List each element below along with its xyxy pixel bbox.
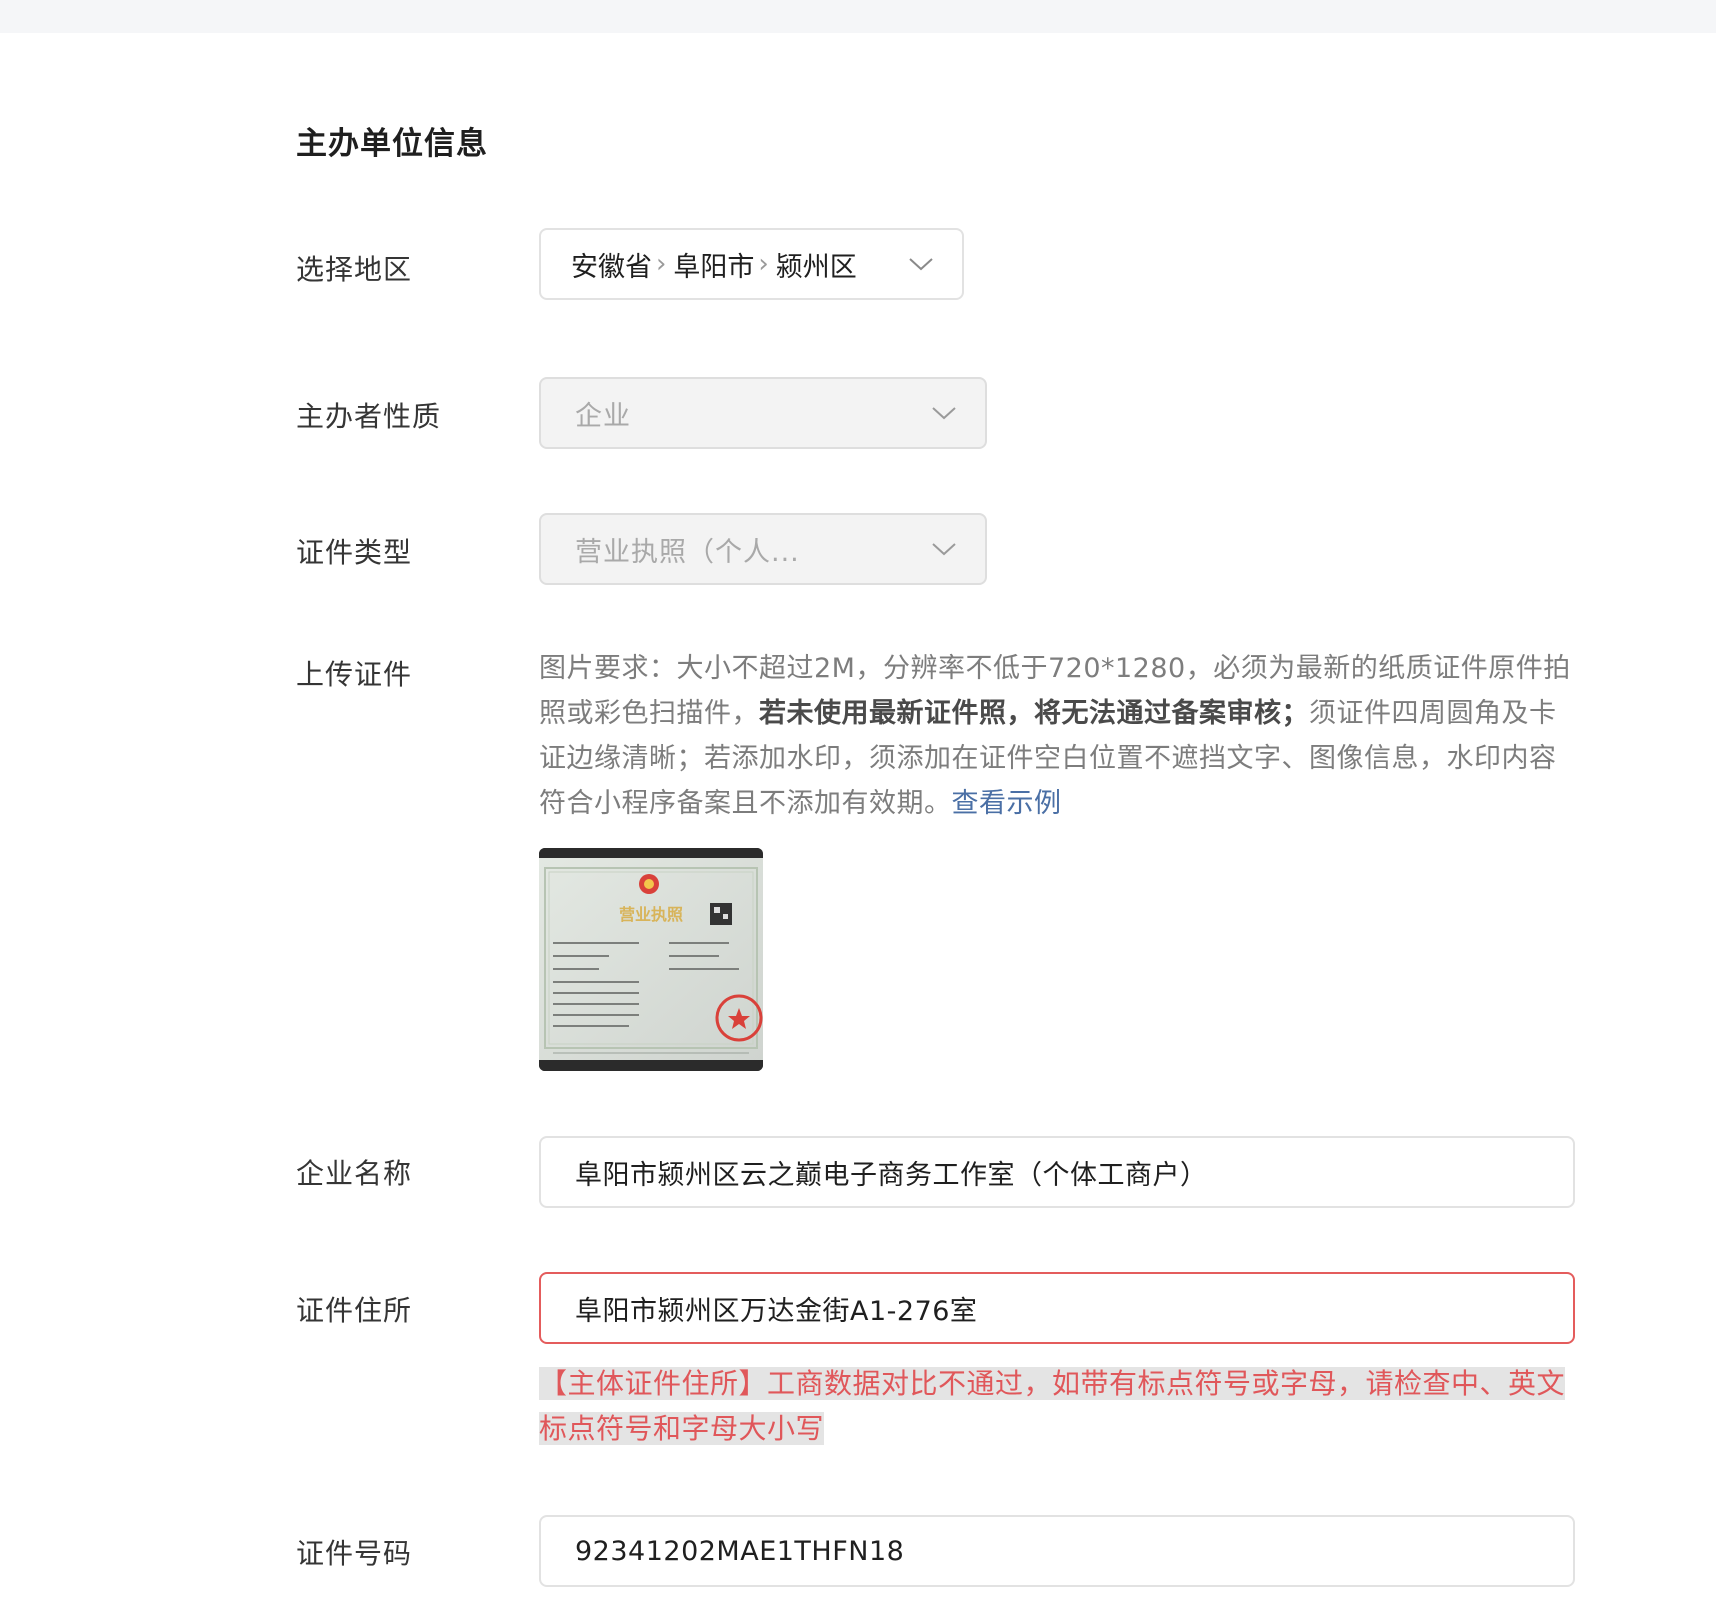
- certificate-type-value: 营业执照（个人...: [575, 536, 800, 568]
- chevron-right-icon: ›: [758, 249, 769, 279]
- upload-label: 上传证件: [296, 658, 413, 691]
- organizer-type-label: 主办者性质: [296, 400, 442, 433]
- company-name-value: 阜阳市颍州区云之巅电子商务工作室（个体工商户）: [575, 1159, 1208, 1191]
- organizer-type-select[interactable]: 企业: [539, 377, 987, 449]
- organizer-type-value: 企业: [575, 400, 631, 432]
- chevron-down-icon: [932, 543, 956, 556]
- region-district: 颍州区: [775, 251, 857, 283]
- region-select[interactable]: 安徽省 › 阜阳市 › 颍州区: [539, 228, 964, 300]
- chevron-right-icon: ›: [656, 249, 667, 279]
- company-name-label: 企业名称: [296, 1157, 413, 1190]
- error-text: 【主体证件住所】工商数据对比不通过，如带有标点符号或字母，请检查中、英文标点符号…: [539, 1367, 1566, 1445]
- license-thumbnail[interactable]: 营业执照: [539, 848, 763, 1071]
- region-city: 阜阳市: [673, 251, 755, 283]
- certificate-number-input[interactable]: 92341202MAE1THFN18: [539, 1515, 1575, 1587]
- certificate-address-input[interactable]: 阜阳市颍州区万达金街A1-276室: [539, 1272, 1575, 1344]
- view-example-link[interactable]: 查看示例: [952, 788, 1062, 819]
- section-title: 主办单位信息: [296, 126, 488, 162]
- certificate-address-error: 【主体证件住所】工商数据对比不通过，如带有标点符号或字母，请检查中、英文标点符号…: [539, 1361, 1584, 1451]
- license-image: 营业执照: [539, 848, 763, 1071]
- region-label: 选择地区: [296, 253, 413, 286]
- certificate-number-value: 92341202MAE1THFN18: [575, 1535, 905, 1567]
- certificate-type-label: 证件类型: [296, 536, 413, 569]
- license-title: 营业执照: [619, 905, 683, 924]
- certificate-address-value: 阜阳市颍州区万达金街A1-276室: [575, 1295, 978, 1327]
- upload-requirements: 图片要求：大小不超过2M，分辨率不低于720*1280，必须为最新的纸质证件原件…: [539, 646, 1579, 826]
- certificate-address-label: 证件住所: [296, 1294, 413, 1327]
- requirements-warning: 若未使用最新证件照，将无法通过备案审核；: [759, 698, 1309, 729]
- certificate-number-label: 证件号码: [296, 1537, 413, 1570]
- chevron-down-icon: [932, 407, 956, 420]
- company-name-input[interactable]: 阜阳市颍州区云之巅电子商务工作室（个体工商户）: [539, 1136, 1575, 1208]
- region-province: 安徽省: [571, 251, 652, 283]
- certificate-type-select[interactable]: 营业执照（个人...: [539, 513, 987, 585]
- chevron-down-icon: [909, 258, 933, 271]
